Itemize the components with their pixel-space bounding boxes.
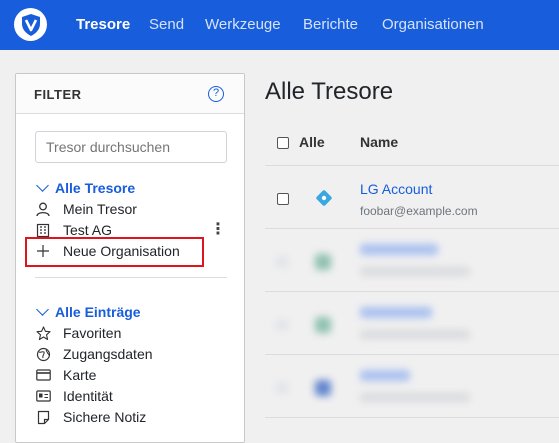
vault-item-test-ag[interactable]: Test AG [35,222,112,238]
column-all: Alle [299,134,325,150]
row-checkbox[interactable] [277,193,289,205]
credit-card-icon [35,367,51,383]
entry-item-label: Zugangsdaten [63,346,153,362]
user-icon [35,201,51,217]
group-all-entries[interactable]: Alle Einträge [36,303,141,320]
table-header: Alle Name [265,120,559,166]
search-input[interactable] [35,131,227,163]
group-all-vaults-label: Alle Tresore [55,180,136,196]
chevron-down-icon [36,179,49,192]
table-row[interactable] [265,230,559,292]
entry-item-label: Sichere Notiz [63,409,147,425]
filter-header: FILTER ? [16,74,244,114]
app-favicon-icon [315,189,333,207]
top-navbar: Tresore Send Werkzeuge Berichte Organisa… [0,0,559,50]
question-circle-icon[interactable]: ? [208,86,224,102]
nav-berichte[interactable]: Berichte [303,16,358,33]
id-card-icon [35,388,51,404]
bitwarden-shield-icon[interactable] [14,8,47,41]
group-all-entries-label: Alle Einträge [55,304,141,320]
entry-item-secure-note[interactable]: Sichere Notiz [35,409,146,425]
building-icon [35,222,51,238]
entry-item-card[interactable]: Karte [35,367,96,383]
page-title: Alle Tresore [265,78,394,105]
entry-item-favorites[interactable]: Favoriten [35,325,121,341]
column-name: Name [360,134,399,150]
entry-item-label: Karte [63,367,97,383]
item-username: foobar@example.com [360,204,478,218]
nav-organisationen[interactable]: Organisationen [382,16,484,33]
chevron-down-icon [36,303,49,316]
kebab-menu-icon[interactable]: ⋮ [210,219,226,239]
globe-icon [35,346,51,362]
nav-werkzeuge[interactable]: Werkzeuge [205,16,281,33]
vault-item-label: Mein Tresor [63,201,137,217]
entry-item-label: Identität [63,388,113,404]
table-row[interactable] [265,293,559,355]
table-row[interactable]: LG Account foobar@example.com [265,167,559,229]
nav-send[interactable]: Send [149,16,184,33]
entry-item-identity[interactable]: Identität [35,388,113,404]
entry-item-logins[interactable]: Zugangsdaten [35,346,153,362]
select-all-checkbox[interactable] [277,137,289,149]
note-icon [35,409,51,425]
highlight-box [25,237,204,267]
entry-item-label: Favoriten [63,325,122,341]
table-row[interactable] [265,356,559,418]
divider [35,277,227,278]
item-name-link[interactable]: LG Account [360,181,432,197]
vault-item-label: Test AG [63,222,113,238]
group-all-vaults[interactable]: Alle Tresore [36,179,136,196]
star-icon [35,325,51,341]
filter-panel: FILTER ? Alle Tresore Mein Tresor Test A… [15,73,245,443]
filter-title: FILTER [34,87,82,102]
vault-item-my-vault[interactable]: Mein Tresor [35,201,137,217]
nav-tresore[interactable]: Tresore [76,16,130,33]
